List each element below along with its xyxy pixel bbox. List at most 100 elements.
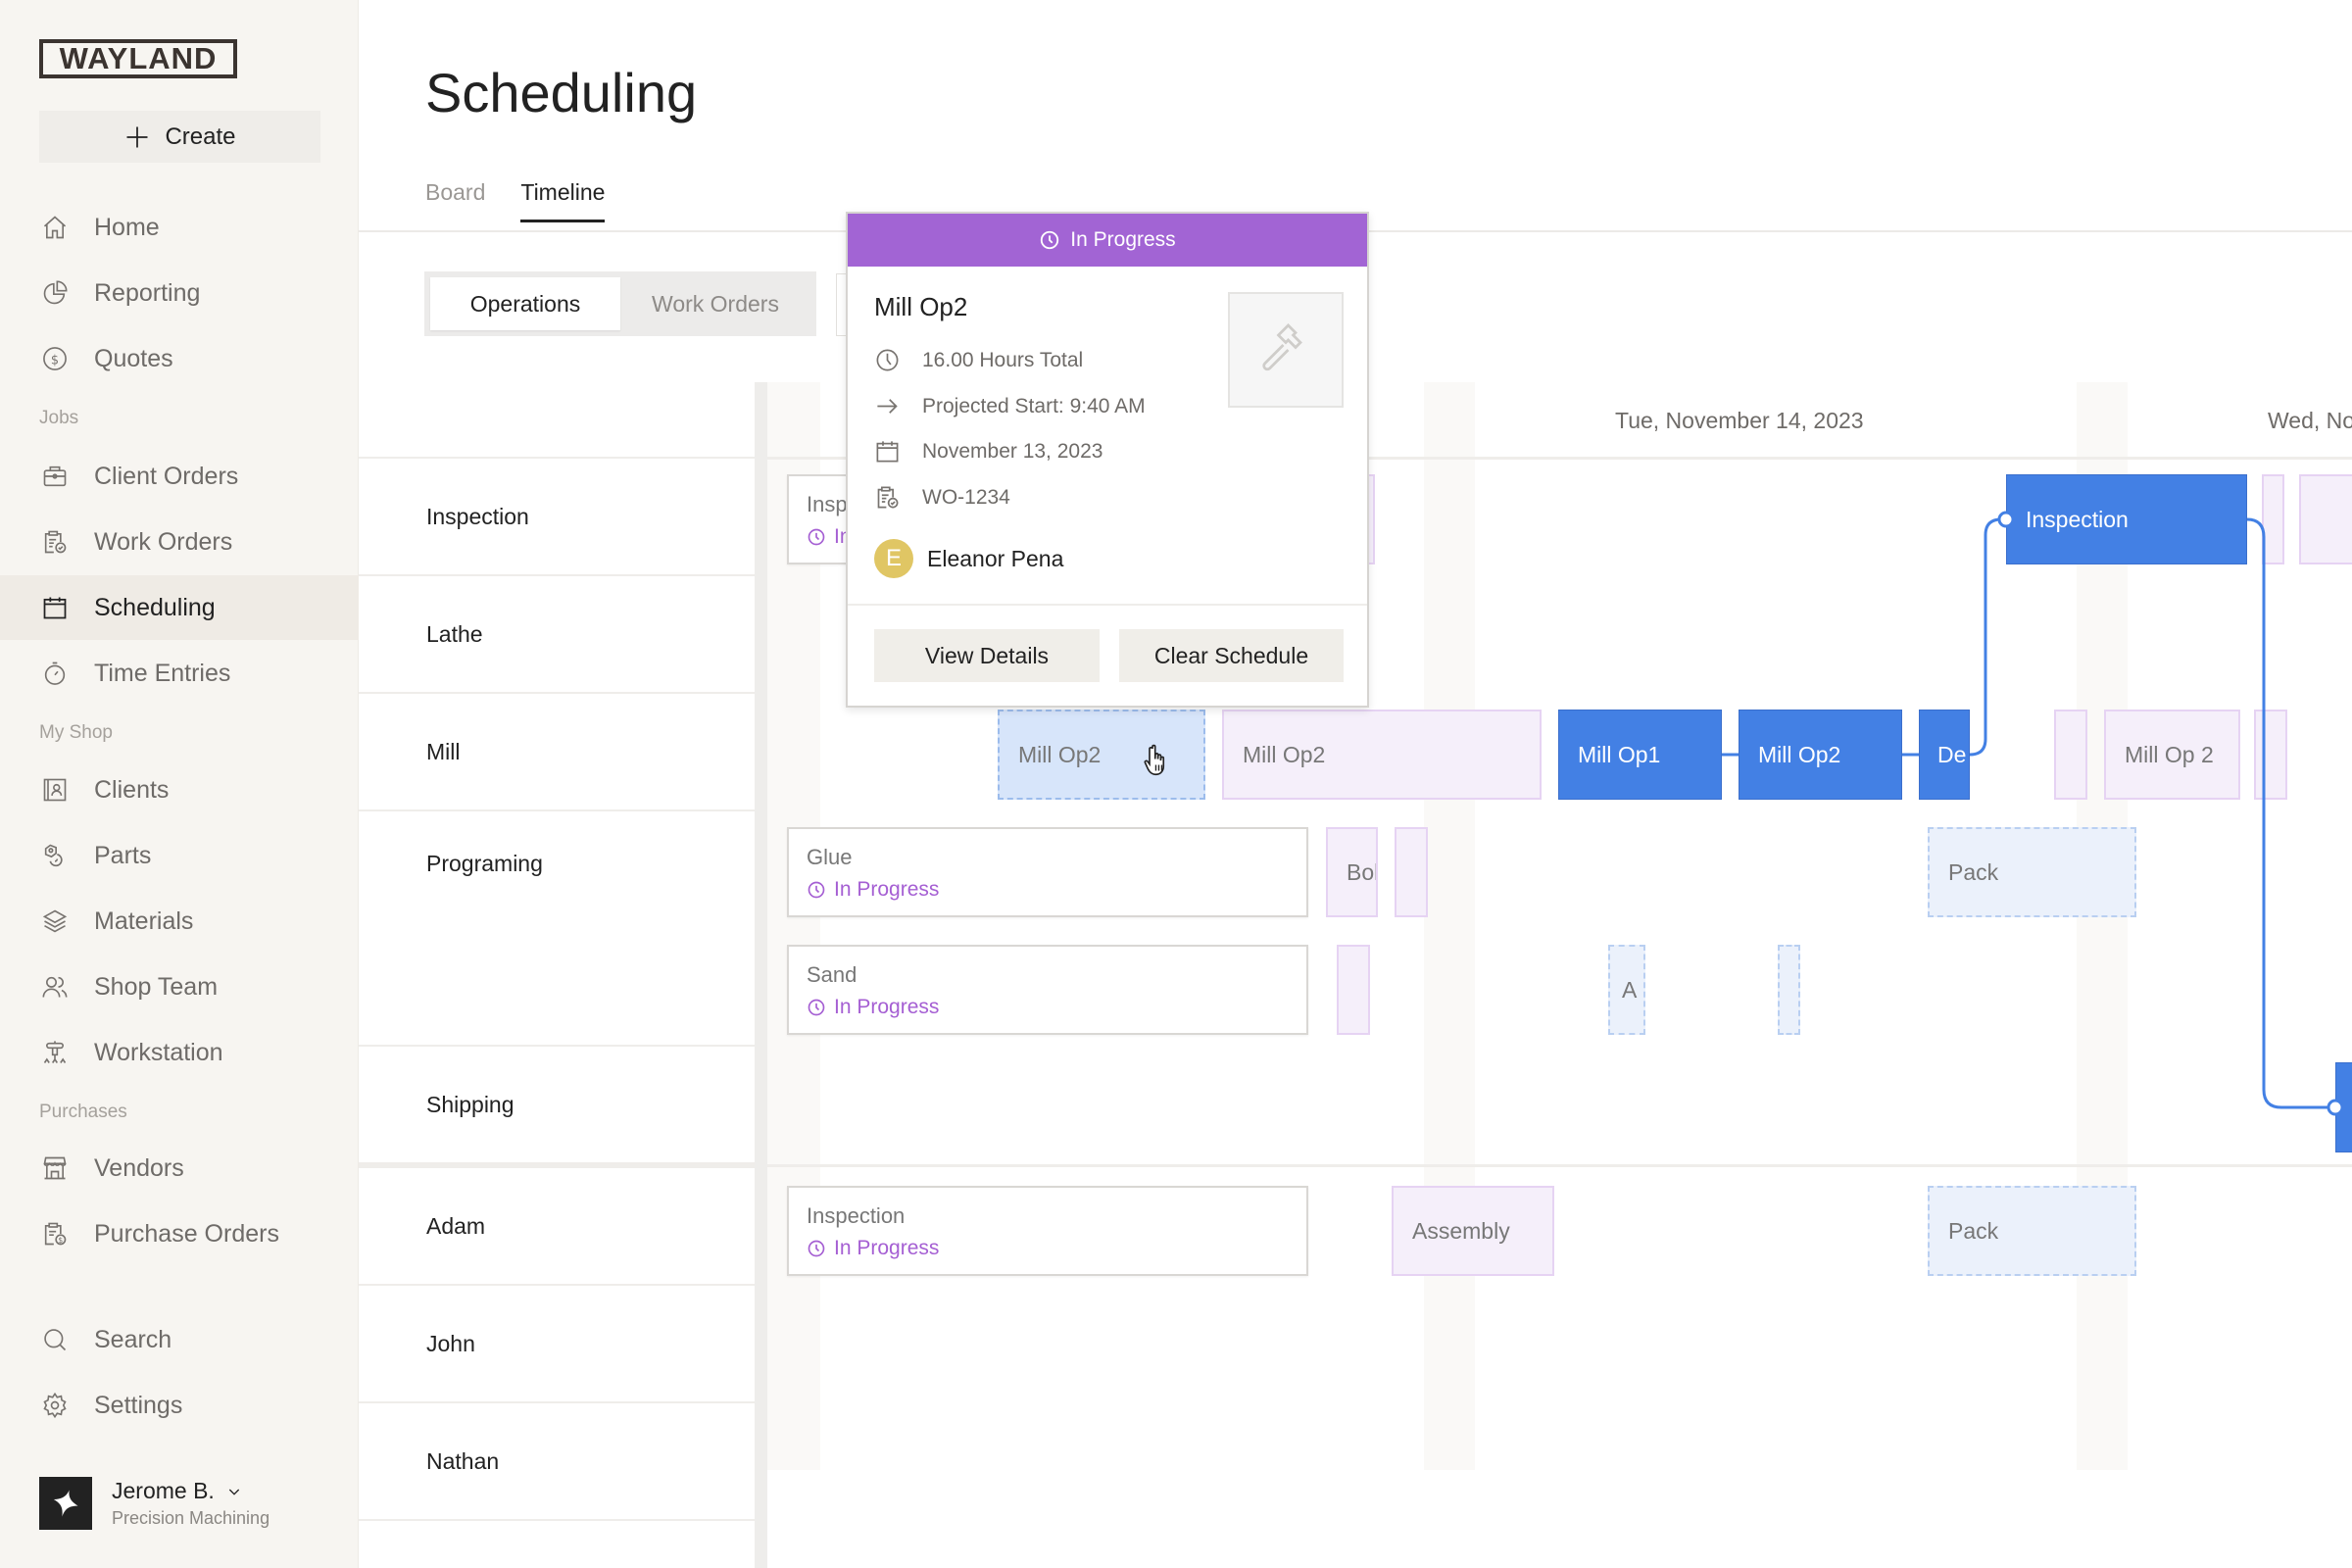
card-status-text: In Progress [834, 1237, 940, 1259]
sidebar-item-settings[interactable]: Settings [0, 1373, 359, 1438]
toggle-operations[interactable]: Operations [430, 277, 620, 330]
row-label-programing: Programing [359, 811, 755, 1047]
popover-projected-start: Projected Start: 9:40 AM [874, 393, 1146, 419]
sidebar-item-label: Time Entries [94, 659, 231, 687]
sidebar-item-label: Purchase Orders [94, 1219, 279, 1248]
block-label: Assembly [1412, 1217, 1510, 1244]
sidebar-item-label: Scheduling [94, 593, 216, 621]
arrow-right-icon [877, 399, 898, 414]
sidebar-item-vendors[interactable]: Vendors [0, 1136, 359, 1200]
calendar-icon [43, 597, 67, 619]
unscheduled-block[interactable]: Pack [1928, 1186, 2136, 1276]
chevron-down-icon [228, 1489, 239, 1495]
inspection-scheduled-block[interactable]: Inspection [2006, 474, 2247, 564]
operation-block[interactable]: Assembly [1392, 1186, 1554, 1276]
mill-de-block[interactable]: De [1919, 710, 1970, 800]
sidebar-item-quotes[interactable]: $ Quotes [0, 326, 359, 391]
group-divider [767, 1164, 2352, 1167]
toggle-work-orders[interactable]: Work Orders [620, 277, 810, 330]
operation-block[interactable] [1337, 945, 1370, 1035]
users-icon [42, 976, 68, 998]
wayland-logo[interactable]: WAYLAND [39, 39, 237, 78]
popover-projected-start-text: Projected Start: 9:40 AM [922, 394, 1146, 417]
sidebar-item-label: Clients [94, 775, 170, 804]
date-label: Wed, Nov [2268, 408, 2352, 433]
create-button[interactable]: Create [39, 111, 320, 163]
vertical-scrollbar[interactable] [755, 382, 767, 1568]
operation-block[interactable]: Mill Op 2 [2104, 710, 2240, 800]
sparkle-icon [53, 1490, 78, 1517]
sidebar-item-scheduling[interactable]: Scheduling [0, 575, 359, 640]
hammer-icon [1262, 323, 1302, 371]
sidebar-item-clients[interactable]: Clients [0, 758, 359, 822]
calendar-icon [876, 441, 899, 463]
mill-op1-block[interactable]: Mill Op1 [1558, 710, 1722, 800]
tab-timeline[interactable]: Timeline [520, 179, 606, 222]
shipping-scheduled-block[interactable] [2335, 1062, 2352, 1152]
clock-icon [1041, 230, 1059, 250]
unscheduled-block[interactable]: A [1608, 945, 1645, 1035]
assignee-avatar: E [874, 539, 913, 578]
card-title: Inspection [807, 1203, 906, 1228]
group-divider-left [359, 1164, 755, 1168]
mill-op2-hovered-block[interactable]: Mill Op2 [998, 710, 1205, 800]
sidebar-item-workstation[interactable]: Workstation [0, 1020, 359, 1085]
block-label: Pack [1948, 1217, 1999, 1244]
tab-board[interactable]: Board [425, 179, 485, 222]
block-label: De [1937, 741, 1967, 767]
block-label: Pack [1948, 858, 1999, 885]
sidebar-item-home[interactable]: Home [0, 195, 359, 260]
sidebar-item-time-entries[interactable]: Time Entries [0, 641, 359, 706]
section-label-purchases: Purchases [39, 1102, 127, 1122]
operation-block[interactable] [2054, 710, 2087, 800]
sidebar-item-label: Shop Team [94, 972, 219, 1001]
sidebar-item-reporting[interactable]: Reporting [0, 261, 359, 325]
block-label: Mill Op2 [1243, 741, 1326, 767]
sidebar-item-label: Reporting [94, 278, 201, 307]
operation-card[interactable]: Glue In Progress [787, 827, 1308, 917]
block-label: Mill Op2 [1758, 741, 1841, 767]
operation-card[interactable]: Sand In Progress [787, 945, 1308, 1035]
operation-block[interactable] [1395, 827, 1428, 917]
sidebar-item-work-orders[interactable]: Work Orders [0, 510, 359, 574]
popover-assignee: E Eleanor Pena [874, 539, 1063, 578]
popover-title: Mill Op2 [874, 292, 968, 321]
sidebar-item-client-orders[interactable]: Client Orders [0, 444, 359, 509]
sidebar-item-search[interactable]: Search [0, 1307, 359, 1372]
card-status: In Progress [807, 996, 1289, 1019]
clock-icon [808, 999, 825, 1016]
sidebar-item-shop-team[interactable]: Shop Team [0, 955, 359, 1019]
block-label: Inspection [2026, 506, 2129, 532]
unscheduled-block[interactable]: Pack [1928, 827, 2136, 917]
clipboard-check-icon [877, 486, 899, 509]
clock-icon [808, 881, 825, 899]
workstation-icon [43, 1041, 67, 1063]
layers-icon [42, 909, 68, 933]
sidebar-item-parts[interactable]: Parts [0, 823, 359, 888]
operation-block[interactable] [2299, 474, 2352, 564]
operation-block[interactable] [2254, 710, 2287, 800]
operation-block[interactable]: Mill Op2 [1222, 710, 1542, 800]
popover-divider [848, 604, 1367, 606]
popover-status-bar: In Progress [848, 214, 1367, 267]
popover-work-order-text[interactable]: WO-1234 [922, 486, 1010, 510]
clear-schedule-button[interactable]: Clear Schedule [1119, 629, 1344, 682]
row-label-lathe: Lathe [359, 576, 755, 694]
block-label: A [1622, 976, 1638, 1003]
section-label-my-shop: My Shop [39, 722, 113, 743]
sidebar-item-purchase-orders[interactable]: $ Purchase Orders [0, 1201, 359, 1266]
user-menu[interactable]: Jerome B. Precision Machining [39, 1477, 270, 1530]
mill-op2-block[interactable]: Mill Op2 [1739, 710, 1902, 800]
unscheduled-block[interactable] [1778, 945, 1800, 1035]
operation-card[interactable]: Inspection In Progress [787, 1186, 1308, 1276]
operation-block[interactable] [2262, 474, 2284, 564]
card-status-text: In Progress [834, 878, 940, 901]
operation-block[interactable]: Bol [1326, 827, 1378, 917]
sidebar: WAYLAND Create Home Reporting $ Quotes J… [0, 0, 359, 1568]
sidebar-item-label: Home [94, 213, 160, 241]
sidebar-item-materials[interactable]: Materials [0, 889, 359, 954]
svg-text:$: $ [58, 1236, 63, 1245]
view-details-button[interactable]: View Details [874, 629, 1100, 682]
row-label-shipping: Shipping [359, 1047, 755, 1164]
sidebar-item-label: Work Orders [94, 527, 233, 556]
